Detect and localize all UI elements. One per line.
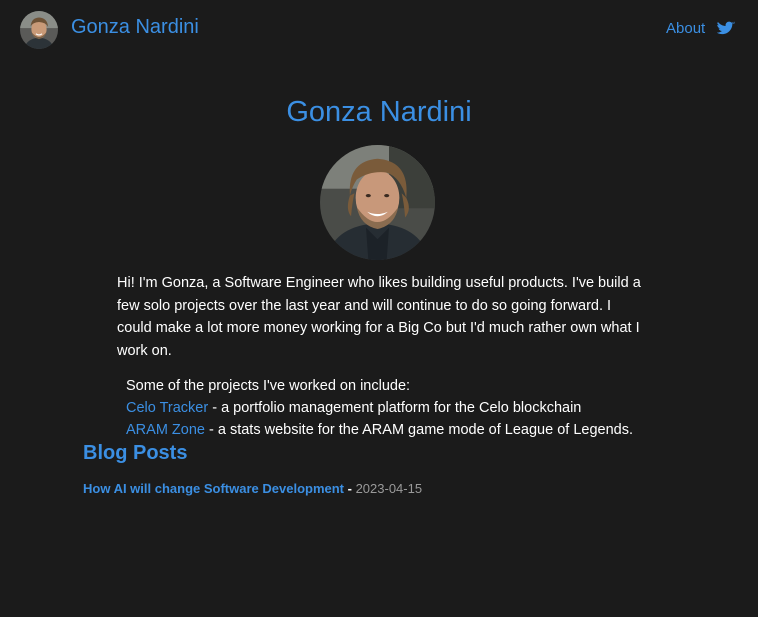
projects-section: Some of the projects I've worked on incl… bbox=[126, 375, 746, 441]
blog-post-link[interactable]: How AI will change Software Development bbox=[83, 481, 344, 496]
blog-post-item: How AI will change Software Development … bbox=[83, 481, 422, 496]
page-title: Gonza Nardini bbox=[286, 96, 472, 128]
site-name-link[interactable]: Gonza Nardini bbox=[71, 16, 199, 39]
profile-photo-icon bbox=[20, 11, 58, 49]
nav-about-link[interactable]: About bbox=[666, 20, 705, 37]
intro-paragraph: Hi! I'm Gonza, a Software Engineer who l… bbox=[117, 275, 641, 359]
projects-heading: Some of the projects I've worked on incl… bbox=[126, 378, 411, 394]
site-header: Gonza Nardini About bbox=[0, 0, 758, 58]
project-link-celo-tracker[interactable]: Celo Tracker bbox=[126, 400, 208, 416]
project-link-aram-zone[interactable]: ARAM Zone bbox=[126, 422, 205, 438]
project-description: - a stats website for the ARAM game mode… bbox=[204, 422, 633, 438]
project-description: - a portfolio management platform for th… bbox=[208, 400, 582, 416]
twitter-icon[interactable] bbox=[716, 21, 735, 37]
blog-post-date: 2023-04-15 bbox=[355, 481, 423, 496]
blog-posts-heading: Blog Posts bbox=[83, 442, 188, 464]
blog-post-separator: - bbox=[344, 481, 356, 496]
project-item: Celo Tracker - a portfolio management pl… bbox=[126, 397, 746, 419]
header-avatar[interactable] bbox=[20, 11, 58, 49]
hero-avatar bbox=[320, 145, 435, 260]
profile-photo-icon bbox=[320, 145, 435, 260]
project-item: ARAM Zone - a stats website for the ARAM… bbox=[126, 419, 746, 441]
